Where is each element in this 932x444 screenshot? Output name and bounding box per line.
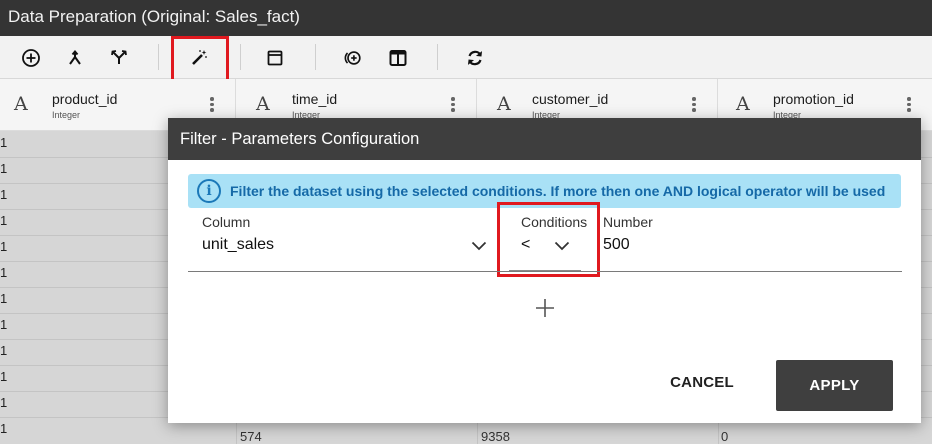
- column-field-label: Column: [202, 214, 251, 230]
- grid-cell: 9358: [481, 429, 510, 444]
- window-icon[interactable]: [261, 44, 289, 72]
- grid-cell: 1: [0, 213, 8, 228]
- grid-cell: 1: [0, 187, 8, 202]
- grid-cell: 1: [0, 239, 8, 254]
- split-icon[interactable]: [105, 44, 133, 72]
- column-type: Integer: [52, 110, 81, 120]
- columns-icon[interactable]: [384, 44, 412, 72]
- grid-cell: 1: [0, 369, 8, 384]
- column-name: promotion_id: [773, 91, 854, 107]
- grid-cell: 1: [0, 395, 8, 410]
- dialog-title: Filter - Parameters Configuration: [168, 118, 921, 160]
- number-field-label: Number: [603, 214, 653, 230]
- grid-cell: 574: [240, 429, 262, 444]
- conditions-highlight-box: [497, 202, 600, 277]
- text-type-icon: A: [497, 93, 511, 115]
- grid-cell: 1: [0, 421, 8, 436]
- wand-highlight-box: [171, 36, 229, 83]
- column-name: time_id: [292, 91, 338, 107]
- column-name: customer_id: [532, 91, 609, 107]
- kebab-menu-icon[interactable]: [691, 95, 697, 114]
- grid-cell: 1: [0, 135, 8, 150]
- row-divider: [188, 271, 902, 272]
- kebab-menu-icon[interactable]: [906, 95, 912, 114]
- refresh-icon[interactable]: [461, 44, 489, 72]
- add-circle-icon[interactable]: [17, 44, 45, 72]
- merge-icon[interactable]: [61, 44, 89, 72]
- column-select[interactable]: unit_sales: [202, 236, 274, 254]
- column-name: product_id: [52, 91, 118, 107]
- grid-cell: 1: [0, 317, 8, 332]
- grid-cell: 0: [721, 429, 729, 444]
- kebab-menu-icon[interactable]: [450, 95, 456, 114]
- info-icon: i: [197, 179, 221, 203]
- toolbar-divider: [437, 44, 438, 70]
- number-input[interactable]: 500: [603, 236, 630, 254]
- apply-button[interactable]: APPLY: [776, 360, 893, 411]
- cancel-button[interactable]: CANCEL: [658, 363, 746, 403]
- grid-cell: 1: [0, 161, 8, 176]
- toolbar-divider: [158, 44, 159, 70]
- kebab-menu-icon[interactable]: [209, 95, 215, 114]
- grid-cell: 1: [0, 265, 8, 280]
- text-type-icon: A: [736, 93, 750, 115]
- filter-dialog: Filter - Parameters Configuration i Filt…: [168, 118, 921, 423]
- add-column-icon[interactable]: [339, 44, 367, 72]
- grid-cell: 1: [0, 343, 8, 358]
- window-title: Data Preparation (Original: Sales_fact): [0, 0, 932, 36]
- toolbar-divider: [240, 44, 241, 70]
- toolbar-divider: [315, 44, 316, 70]
- chevron-down-icon[interactable]: [471, 241, 487, 251]
- add-condition-button[interactable]: [532, 295, 558, 321]
- text-type-icon: A: [14, 93, 28, 115]
- text-type-icon: A: [256, 93, 270, 115]
- toolbar: [0, 36, 932, 83]
- grid-cell: 1: [0, 291, 8, 306]
